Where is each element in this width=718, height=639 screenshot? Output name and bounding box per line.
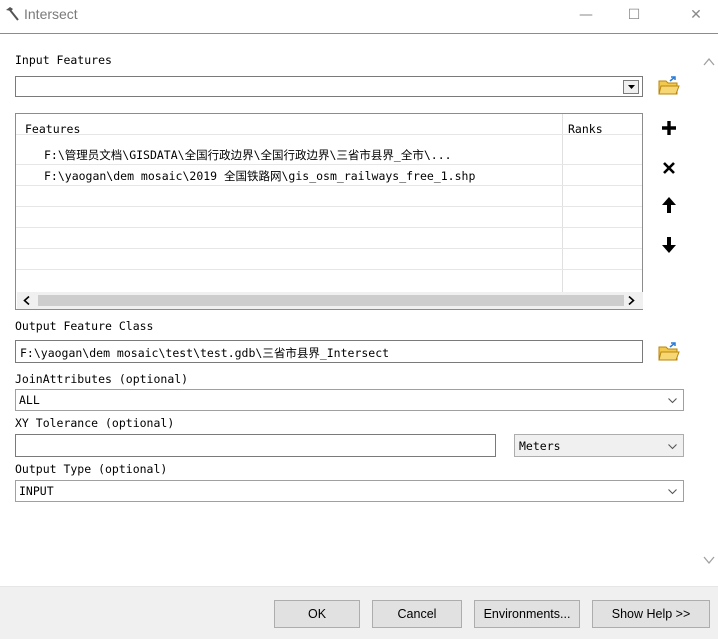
triangle-down-icon bbox=[628, 85, 635, 89]
scroll-right-icon[interactable] bbox=[627, 296, 635, 305]
feature-path: F:\管理员文档\GISDATA\全国行政边界\全国行政边界\三省市县界_全市\… bbox=[44, 148, 452, 162]
output-type-select[interactable]: INPUT bbox=[15, 480, 684, 502]
open-folder-icon bbox=[658, 342, 680, 361]
maximize-button[interactable]: ☐ bbox=[622, 4, 646, 26]
join-attributes-label: JoinAttributes (optional) bbox=[15, 372, 189, 386]
cancel-button[interactable]: Cancel bbox=[372, 600, 462, 628]
feature-path: F:\yaogan\dem mosaic\2019 全国铁路网\gis_osm_… bbox=[44, 169, 476, 183]
output-feature-class-value: F:\yaogan\dem mosaic\test\test.gdb\三省市县界… bbox=[20, 346, 390, 360]
arrow-down-icon bbox=[662, 237, 676, 253]
window-title: Intersect bbox=[24, 6, 78, 22]
join-attributes-value: ALL bbox=[19, 393, 40, 407]
table-row bbox=[16, 228, 642, 249]
input-features-label: Input Features bbox=[15, 53, 112, 67]
output-type-label: Output Type (optional) bbox=[15, 462, 168, 476]
chevron-down-icon bbox=[668, 444, 677, 450]
horizontal-scrollbar[interactable] bbox=[17, 292, 643, 309]
ok-button[interactable]: OK bbox=[274, 600, 360, 628]
plus-icon bbox=[662, 121, 676, 135]
scroll-down-icon[interactable] bbox=[702, 553, 716, 567]
ranks-column-header: Ranks bbox=[568, 122, 603, 136]
browse-input-button[interactable] bbox=[656, 73, 682, 99]
output-type-value: INPUT bbox=[19, 484, 54, 498]
input-features-combo[interactable] bbox=[15, 76, 643, 97]
move-down-button[interactable] bbox=[656, 232, 682, 258]
open-folder-icon bbox=[658, 76, 680, 95]
table-row bbox=[16, 270, 642, 291]
scrollbar-thumb[interactable] bbox=[38, 295, 624, 306]
remove-row-button[interactable] bbox=[656, 155, 682, 181]
table-row bbox=[16, 207, 642, 228]
delete-icon bbox=[663, 162, 675, 174]
xy-tolerance-label: XY Tolerance (optional) bbox=[15, 416, 175, 430]
table-row[interactable]: F:\yaogan\dem mosaic\2019 全国铁路网\gis_osm_… bbox=[16, 165, 642, 186]
add-row-button[interactable] bbox=[656, 115, 682, 141]
chevron-down-icon bbox=[668, 398, 677, 404]
arrow-up-icon bbox=[662, 197, 676, 213]
minimize-button[interactable]: — bbox=[574, 4, 598, 26]
table-row[interactable]: F:\管理员文档\GISDATA\全国行政边界\全国行政边界\三省市县界_全市\… bbox=[16, 144, 642, 165]
move-up-button[interactable] bbox=[656, 192, 682, 218]
hammer-icon bbox=[6, 7, 19, 21]
output-feature-class-label: Output Feature Class bbox=[15, 319, 154, 333]
features-table[interactable]: Features Ranks F:\管理员文档\GISDATA\全国行政边界\全… bbox=[15, 113, 643, 310]
xy-tolerance-unit-select[interactable]: Meters bbox=[514, 434, 684, 457]
title-bar: Intersect — ☐ ✕ bbox=[0, 0, 718, 31]
close-button[interactable]: ✕ bbox=[684, 4, 708, 26]
input-features-dropdown-button[interactable] bbox=[623, 80, 639, 94]
scroll-up-icon[interactable] bbox=[702, 55, 716, 69]
table-header: Features Ranks bbox=[16, 114, 642, 136]
output-feature-class-input[interactable]: F:\yaogan\dem mosaic\test\test.gdb\三省市县界… bbox=[15, 340, 643, 363]
features-column-header: Features bbox=[25, 122, 81, 136]
xy-tolerance-unit: Meters bbox=[519, 439, 561, 453]
join-attributes-select[interactable]: ALL bbox=[15, 389, 684, 411]
table-row bbox=[16, 249, 642, 270]
browse-output-button[interactable] bbox=[656, 339, 682, 365]
scroll-left-icon[interactable] bbox=[23, 296, 31, 305]
environments-button[interactable]: Environments... bbox=[474, 600, 580, 628]
show-help-button[interactable]: Show Help >> bbox=[592, 600, 710, 628]
table-row bbox=[16, 186, 642, 207]
chevron-down-icon bbox=[668, 489, 677, 495]
xy-tolerance-input[interactable] bbox=[15, 434, 496, 457]
title-divider bbox=[0, 33, 718, 34]
